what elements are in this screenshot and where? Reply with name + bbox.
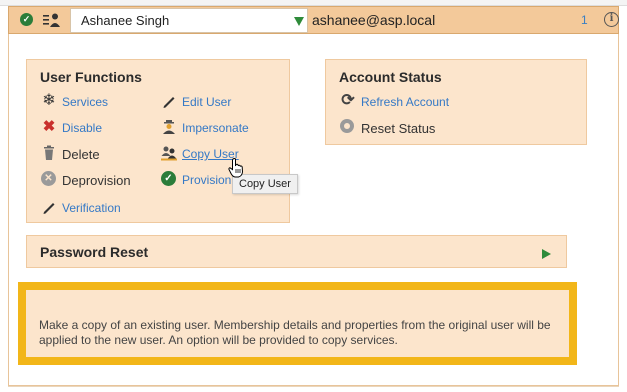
delete-action[interactable]: Delete	[41, 145, 151, 163]
copy-user-icon	[161, 146, 177, 161]
account-status-title: Account Status	[339, 69, 442, 85]
edit-user-label[interactable]: Edit User	[182, 95, 231, 109]
services-label[interactable]: Services	[62, 95, 108, 109]
info-icon[interactable]: i	[604, 12, 619, 27]
radio-icon	[340, 119, 354, 133]
password-reset-title: Password Reset	[40, 244, 149, 260]
user-functions-title: User Functions	[40, 69, 142, 85]
trash-icon	[44, 145, 54, 160]
copy-user-action[interactable]: Copy User	[161, 145, 271, 163]
description-box: Make a copy of an existing user. Members…	[18, 282, 577, 365]
user-list-icon	[43, 13, 60, 27]
verification-action[interactable]: Verification	[41, 199, 151, 217]
user-select[interactable]: Ashanee Singh	[70, 8, 308, 33]
account-status-panel: Account Status ⟳ Refresh Account Reset S…	[325, 59, 587, 145]
reset-status-label[interactable]: Reset Status	[361, 121, 435, 136]
check-circle-icon: ✓	[161, 171, 176, 186]
chevron-down-icon[interactable]	[294, 17, 304, 26]
user-email: ashanee@asp.local	[312, 12, 436, 28]
x-mark-icon: ✖	[42, 118, 56, 135]
description-text: Make a copy of an existing user. Members…	[39, 318, 551, 347]
impersonate-icon	[163, 120, 175, 134]
pencil-icon	[43, 203, 55, 214]
reset-status-action[interactable]: Reset Status	[340, 119, 480, 137]
impersonate-action[interactable]: Impersonate	[161, 119, 281, 137]
edit-user-action[interactable]: Edit User	[161, 93, 271, 111]
circle-x-icon: ✕	[41, 171, 56, 186]
disable-action[interactable]: ✖ Disable	[41, 119, 151, 137]
refresh-account-action[interactable]: ⟳ Refresh Account	[340, 93, 480, 111]
disable-label[interactable]: Disable	[62, 121, 102, 135]
divider	[8, 386, 619, 387]
hand-cursor-icon	[228, 158, 244, 178]
info-icon-label: i	[609, 13, 614, 24]
user-functions-panel: User Functions ❄ Services Edit User ✖ Di…	[26, 59, 290, 223]
deprovision-action[interactable]: ✕ Deprovision	[41, 171, 151, 189]
expand-arrow-icon[interactable]	[542, 249, 551, 259]
services-action[interactable]: ❄ Services	[41, 93, 151, 111]
refresh-account-label[interactable]: Refresh Account	[361, 95, 449, 109]
provision-label[interactable]: Provision	[182, 173, 231, 187]
delete-label[interactable]: Delete	[62, 147, 100, 162]
snowflake-icon: ❄	[42, 92, 56, 109]
user-select-value: Ashanee Singh	[81, 13, 170, 28]
verification-label[interactable]: Verification	[62, 201, 121, 215]
status-check-icon: ✓	[20, 13, 33, 26]
refresh-icon: ⟳	[341, 92, 355, 109]
user-count-link[interactable]: 1	[581, 13, 588, 27]
user-header-bar: ✓ Ashanee Singh ashanee@asp.local 1 i	[8, 6, 619, 34]
password-reset-panel[interactable]: Password Reset	[26, 235, 567, 268]
impersonate-label[interactable]: Impersonate	[182, 121, 249, 135]
deprovision-label[interactable]: Deprovision	[62, 173, 131, 188]
pencil-icon	[163, 97, 175, 108]
